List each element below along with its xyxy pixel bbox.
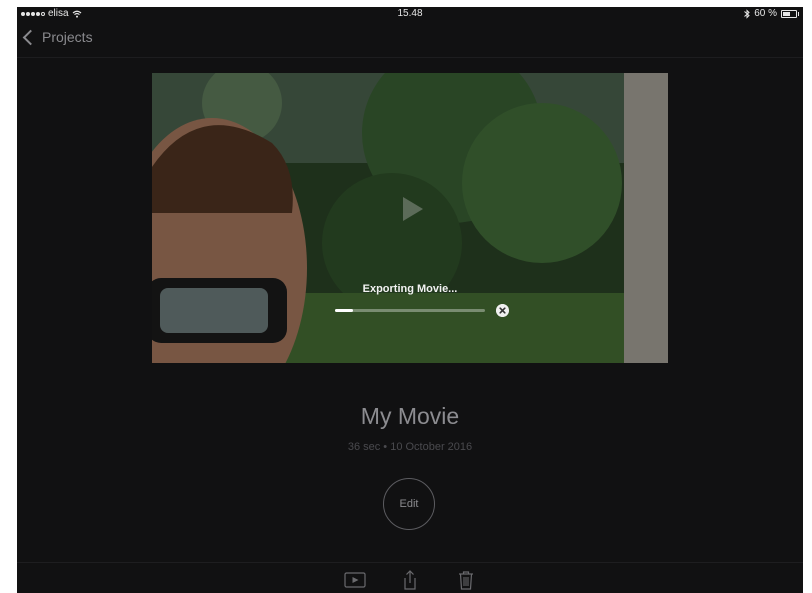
battery-percentage: 60 % xyxy=(754,8,777,19)
close-circle-icon[interactable] xyxy=(496,304,509,317)
toolbar-play-button[interactable] xyxy=(344,570,366,590)
navigation-bar: Projects xyxy=(17,21,803,58)
export-status-label: Exporting Movie... xyxy=(362,283,458,295)
export-progress-bar xyxy=(335,309,485,312)
battery-level-fill xyxy=(783,12,791,16)
status-bar: elisa 15.48 60 % xyxy=(17,7,803,21)
status-time: 15.48 xyxy=(397,8,423,19)
movie-title: My Movie xyxy=(360,403,460,429)
bluetooth-icon xyxy=(744,9,750,19)
back-button-label: Projects xyxy=(42,29,93,45)
play-icon xyxy=(344,572,366,588)
chevron-left-icon xyxy=(22,29,39,45)
share-icon xyxy=(404,570,416,590)
export-progress-fill xyxy=(335,309,353,312)
imovie-screen: elisa 15.48 60 % Projects Exporting Movi… xyxy=(17,7,803,593)
delete-button[interactable] xyxy=(455,570,477,590)
share-button[interactable] xyxy=(399,570,421,590)
trash-icon xyxy=(459,571,473,590)
edit-button[interactable]: Edit xyxy=(383,478,435,530)
movie-preview[interactable]: Exporting Movie... xyxy=(152,73,668,363)
bottom-toolbar xyxy=(17,562,803,593)
battery-icon xyxy=(781,10,799,18)
movie-duration-date: 36 sec • 10 October 2016 xyxy=(347,441,473,453)
play-icon[interactable] xyxy=(393,191,429,227)
status-right: 60 % xyxy=(744,7,799,21)
back-to-projects-button[interactable]: Projects xyxy=(22,29,93,45)
